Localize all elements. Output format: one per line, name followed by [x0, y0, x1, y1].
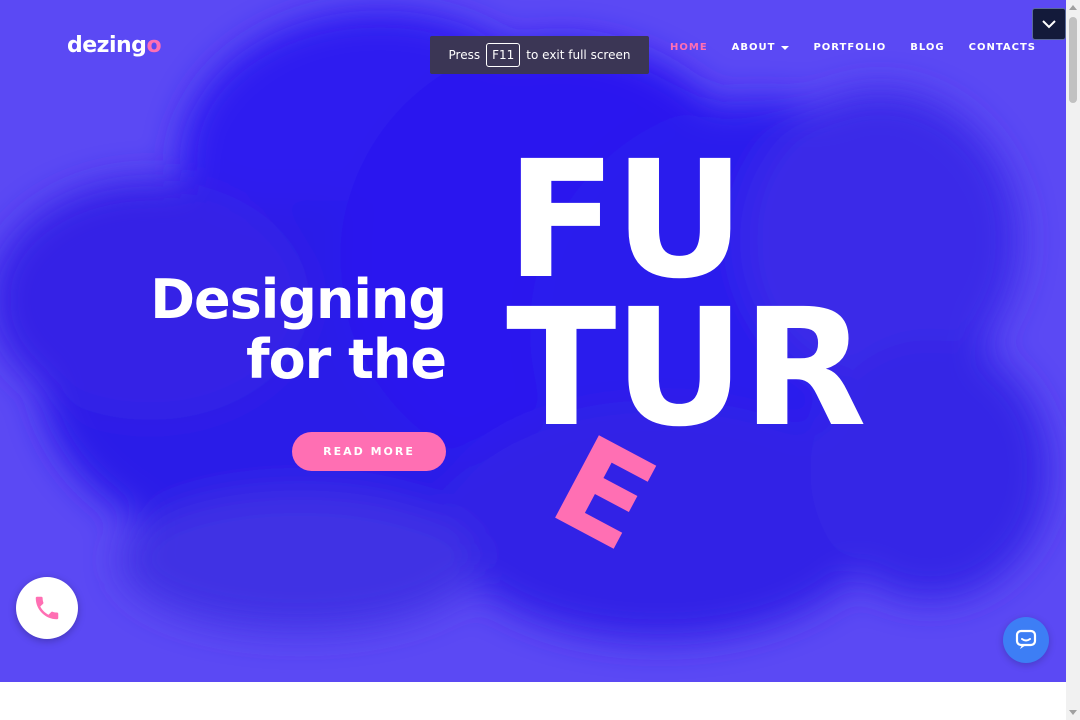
nav-portfolio[interactable]: PORTFOLIO: [813, 42, 886, 53]
fullscreen-notice: Press F11 to exit full screen: [430, 36, 649, 74]
hero-headline: Designing for the: [150, 268, 447, 391]
chevron-down-icon: [1042, 20, 1056, 29]
caret-down-icon: [781, 45, 790, 50]
phone-icon: [35, 596, 59, 620]
nav-about[interactable]: ABOUT: [732, 42, 790, 53]
f11-key: F11: [486, 43, 521, 67]
phone-call-button[interactable]: [16, 577, 78, 639]
dezingo-logo[interactable]: dezingo: [67, 33, 162, 58]
scroll-down-arrow-icon[interactable]: [1069, 710, 1077, 715]
chat-icon: [1015, 629, 1037, 649]
collapse-toggle-button[interactable]: [1032, 8, 1066, 40]
hero-section: dezingo HOME ABOUT PORTFOLIO BLOG CONTAC…: [0, 0, 1066, 682]
read-more-button[interactable]: READ MORE: [292, 432, 446, 471]
future-word-line2: TUR: [506, 275, 867, 463]
nav-blog[interactable]: BLOG: [910, 42, 944, 53]
chat-button[interactable]: [1003, 617, 1049, 663]
nav-contacts[interactable]: CONTACTS: [969, 42, 1036, 53]
nav-home[interactable]: HOME: [670, 42, 708, 53]
scrollbar-thumb[interactable]: [1069, 17, 1077, 103]
main-nav: HOME ABOUT PORTFOLIO BLOG CONTACTS: [670, 42, 1036, 53]
vertical-scrollbar[interactable]: [1066, 0, 1080, 720]
scroll-up-arrow-icon[interactable]: [1069, 5, 1077, 10]
